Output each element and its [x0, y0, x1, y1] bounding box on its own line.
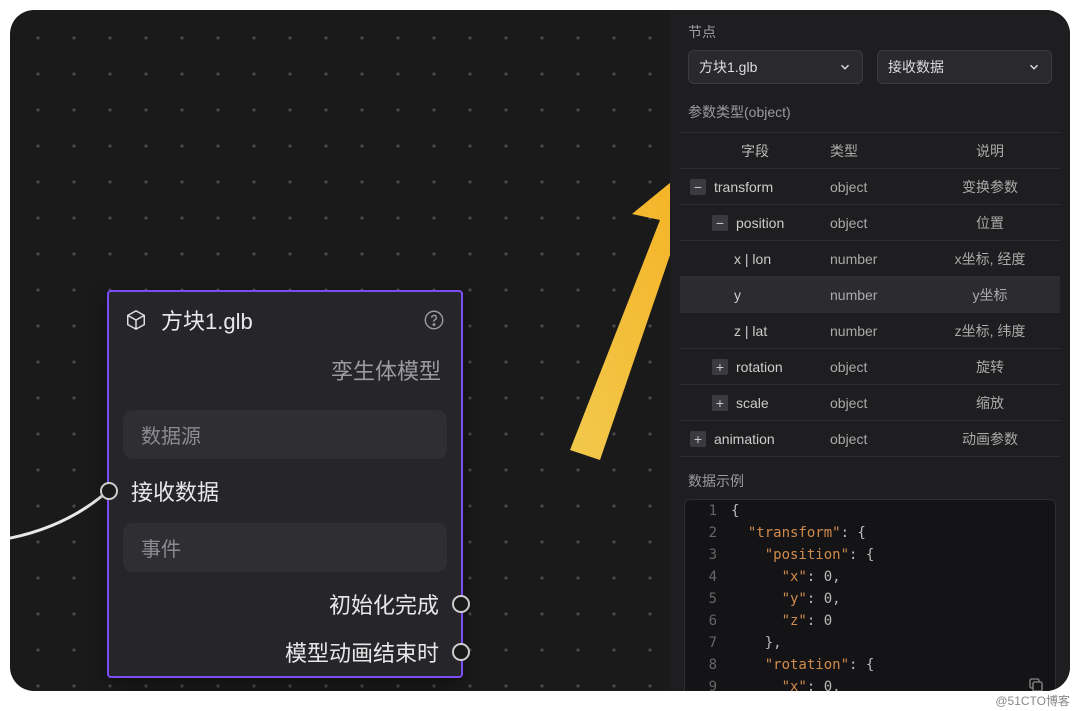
field-type: number — [830, 323, 930, 339]
label-data-example: 数据示例 — [670, 457, 1070, 499]
field-desc: x坐标, 经度 — [930, 249, 1060, 269]
code-example: 1{2 "transform": {3 "position": {4 "x": … — [684, 499, 1056, 691]
table-header: 字段 类型 说明 — [680, 133, 1060, 169]
table-row[interactable]: + scale object缩放 — [680, 385, 1060, 421]
field-name: rotation — [736, 359, 783, 375]
node-subtitle: 孪生体模型 — [109, 348, 461, 402]
connection-wire — [10, 470, 110, 550]
select-node-dropdown[interactable]: 方块1.glb — [688, 50, 863, 84]
cube-icon — [125, 309, 147, 331]
select-action-value: 接收数据 — [888, 57, 944, 77]
node-title: 方块1.glb — [161, 304, 409, 336]
field-name: position — [736, 215, 784, 231]
field-type: object — [830, 431, 930, 447]
copy-icon[interactable] — [1027, 676, 1045, 691]
select-node-value: 方块1.glb — [699, 57, 757, 77]
field-desc: 变换参数 — [930, 177, 1060, 197]
collapse-icon[interactable]: − — [712, 215, 728, 231]
field-type: object — [830, 215, 930, 231]
field-type: object — [830, 395, 930, 411]
table-row[interactable]: x | lon numberx坐标, 经度 — [680, 241, 1060, 277]
editor-viewport: 方块1.glb 孪生体模型 数据源 接收数据 事件 初始化完成 模型动画结束时 — [10, 10, 1070, 691]
expand-icon[interactable]: + — [712, 395, 728, 411]
code-line: 9 "x": 0, — [685, 676, 1055, 691]
field-desc: 缩放 — [930, 393, 1060, 413]
field-name: transform — [714, 179, 773, 195]
table-row[interactable]: −position object位置 — [680, 205, 1060, 241]
param-table: 字段 类型 说明 −transformobject变换参数−positionob… — [680, 132, 1060, 457]
expand-icon[interactable]: + — [712, 359, 728, 375]
node-header[interactable]: 方块1.glb — [109, 292, 461, 348]
field-name: animation — [714, 431, 775, 447]
port-animation-end[interactable]: 模型动画结束时 — [109, 628, 461, 676]
table-row[interactable]: −transform object变换参数 — [680, 169, 1060, 205]
field-type: object — [830, 179, 930, 195]
chevron-down-icon — [1027, 60, 1041, 74]
table-row[interactable]: + rotation object旋转 — [680, 349, 1060, 385]
field-type: object — [830, 359, 930, 375]
field-type: number — [830, 251, 930, 267]
chevron-down-icon — [838, 60, 852, 74]
port-receive-data[interactable]: 接收数据 — [109, 467, 461, 515]
port-init-complete[interactable]: 初始化完成 — [109, 580, 461, 628]
field-name: y — [734, 287, 741, 303]
code-line: 2 "transform": { — [685, 522, 1055, 544]
field-name: z | lat — [734, 323, 767, 339]
label-node: 节点 — [670, 22, 1070, 50]
field-desc: 动画参数 — [930, 429, 1060, 449]
help-icon[interactable] — [423, 309, 445, 331]
select-action-dropdown[interactable]: 接收数据 — [877, 50, 1052, 84]
field-name: scale — [736, 395, 769, 411]
field-desc: z坐标, 纬度 — [930, 321, 1060, 341]
section-data-source: 数据源 — [123, 410, 447, 459]
table-row[interactable]: y numbery坐标 — [680, 277, 1060, 313]
table-row[interactable]: + animation object动画参数 — [680, 421, 1060, 457]
expand-icon[interactable]: + — [690, 431, 706, 447]
code-line: 6 "z": 0 — [685, 610, 1055, 632]
field-desc: 位置 — [930, 213, 1060, 233]
field-type: number — [830, 287, 930, 303]
table-row[interactable]: z | lat numberz坐标, 纬度 — [680, 313, 1060, 349]
node-block[interactable]: 方块1.glb 孪生体模型 数据源 接收数据 事件 初始化完成 模型动画结束时 — [107, 290, 463, 678]
node-canvas[interactable]: 方块1.glb 孪生体模型 数据源 接收数据 事件 初始化完成 模型动画结束时 — [10, 10, 670, 691]
section-events: 事件 — [123, 523, 447, 572]
code-line: 8 "rotation": { — [685, 654, 1055, 676]
field-name: x | lon — [734, 251, 771, 267]
code-line: 4 "x": 0, — [685, 566, 1055, 588]
source-credit: @51CTO博客 — [995, 692, 1070, 709]
field-desc: 旋转 — [930, 357, 1060, 377]
code-line: 7 }, — [685, 632, 1055, 654]
code-line: 3 "position": { — [685, 544, 1055, 566]
inspector-panel: 节点 方块1.glb 接收数据 参数类型(object) 字段 类型 说明 −t… — [670, 10, 1070, 691]
label-param-type: 参数类型(object) — [670, 96, 1070, 132]
code-line: 1{ — [685, 500, 1055, 522]
field-desc: y坐标 — [930, 285, 1060, 305]
code-line: 5 "y": 0, — [685, 588, 1055, 610]
collapse-icon[interactable]: − — [690, 179, 706, 195]
